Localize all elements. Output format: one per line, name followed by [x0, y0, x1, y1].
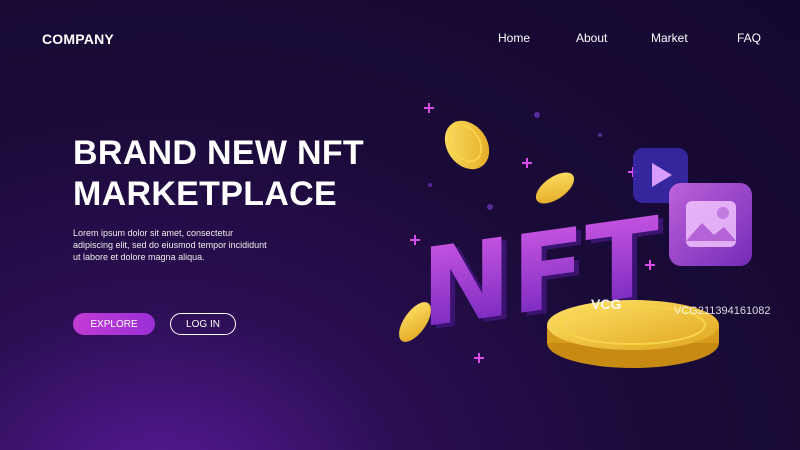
- headline-line1: BRAND NEW NFT: [73, 134, 364, 172]
- login-button[interactable]: LOG IN: [170, 313, 236, 335]
- hero-headline: BRAND NEW NFT MARKETPLACE: [73, 133, 364, 215]
- brand-logo[interactable]: COMPANY: [42, 31, 114, 47]
- nav-market[interactable]: Market: [651, 31, 688, 45]
- watermark-logo: VCG: [591, 296, 622, 312]
- coin-icon: [535, 172, 575, 204]
- nav-about[interactable]: About: [576, 31, 607, 45]
- explore-button[interactable]: EXPLORE: [73, 313, 155, 335]
- nav-home[interactable]: Home: [498, 31, 530, 45]
- coin-icon: [444, 120, 490, 170]
- nav-faq[interactable]: FAQ: [737, 31, 761, 45]
- hero-description: Lorem ipsum dolor sit amet, consectetur …: [73, 228, 267, 262]
- image-icon: [669, 183, 752, 266]
- watermark-id: VCG211394161082: [674, 305, 771, 317]
- nft-illustration: NFT NFT: [399, 103, 752, 368]
- headline-line2: MARKETPLACE: [73, 175, 337, 213]
